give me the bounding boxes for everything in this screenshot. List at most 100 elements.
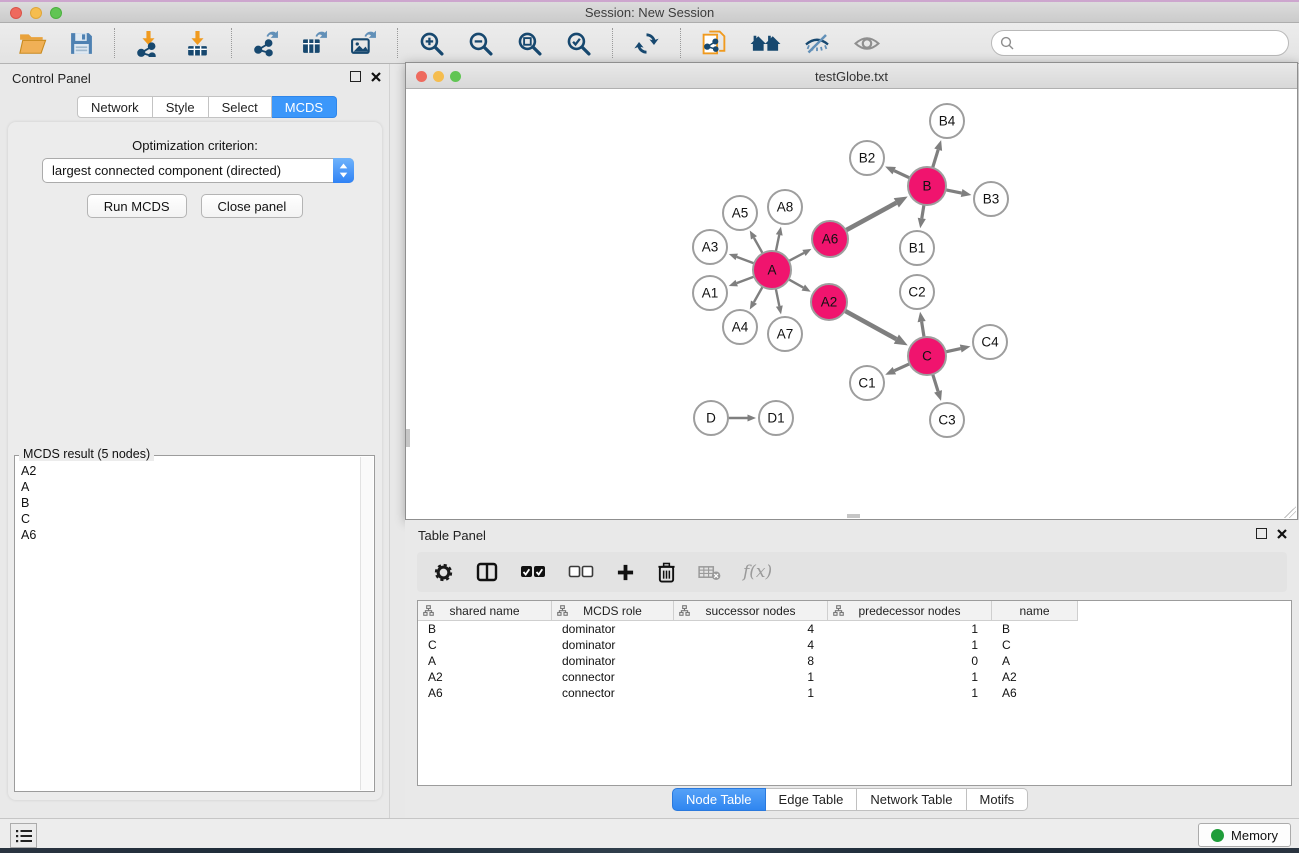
tab-network-table[interactable]: Network Table (857, 788, 966, 811)
open-session-button[interactable] (13, 29, 53, 57)
mcds-result-list[interactable]: A2ABCA6 (16, 457, 360, 790)
tab-select[interactable]: Select (209, 96, 272, 118)
edge-A6-B[interactable] (844, 203, 896, 232)
deselect-all-rows-button[interactable] (568, 565, 594, 579)
memory-button[interactable]: Memory (1198, 823, 1291, 847)
export-image-button[interactable] (344, 28, 383, 59)
zoom-out-button[interactable] (461, 28, 500, 59)
zoom-fit-button[interactable] (510, 28, 549, 59)
tab-network[interactable]: Network (77, 96, 153, 118)
zoom-selected-button[interactable] (559, 28, 598, 59)
edge-A-A1[interactable] (737, 276, 756, 283)
delete-column-button[interactable] (657, 562, 676, 583)
column-header-label: shared name (449, 604, 519, 618)
network-window-titlebar[interactable]: testGlobe.txt (406, 63, 1297, 89)
graph-node-label: D (706, 411, 716, 426)
table-row[interactable]: Cdominator41C (418, 637, 1291, 653)
tab-style[interactable]: Style (153, 96, 209, 118)
edge-C-C3[interactable] (932, 372, 938, 391)
save-session-button[interactable] (63, 29, 100, 58)
toolbar-separator (612, 28, 613, 58)
arrowhead-icon (960, 345, 971, 353)
result-list-item[interactable]: C (21, 511, 355, 527)
delete-table-button[interactable] (698, 564, 721, 581)
export-table-button[interactable] (295, 28, 334, 59)
table-panel: Table Panel (405, 520, 1299, 818)
export-table-icon (301, 30, 328, 57)
export-network-button[interactable] (246, 28, 285, 59)
arrowhead-icon (885, 367, 896, 375)
import-table-button[interactable] (178, 28, 217, 59)
column-header-predecessor-nodes[interactable]: predecessor nodes (828, 601, 992, 621)
edge-A-A3[interactable] (737, 257, 756, 264)
zoom-in-button[interactable] (412, 28, 451, 59)
criterion-dropdown[interactable]: largest connected component (directed) (42, 158, 354, 183)
result-scrollbar[interactable] (360, 457, 373, 790)
close-panel-icon[interactable] (371, 72, 381, 82)
tab-motifs[interactable]: Motifs (967, 788, 1029, 811)
column-header-shared-name[interactable]: shared name (418, 601, 552, 621)
canvas-hscroll-thumb[interactable] (847, 514, 860, 518)
add-column-button[interactable] (616, 563, 635, 582)
result-list-item[interactable]: A6 (21, 527, 355, 543)
column-header-mcds-role[interactable]: MCDS role (552, 601, 674, 621)
refresh-layout-button[interactable] (627, 28, 666, 59)
checked-boxes-icon (520, 565, 546, 579)
canvas-vscroll-thumb[interactable] (406, 429, 410, 447)
graph-node-label: A (767, 263, 776, 278)
unchecked-boxes-icon (568, 565, 594, 579)
table-row[interactable]: A6connector11A6 (418, 685, 1291, 701)
import-network-icon (135, 30, 162, 57)
result-list-item[interactable]: B (21, 495, 355, 511)
column-header-successor-nodes[interactable]: successor nodes (674, 601, 828, 621)
zoom-window-button[interactable] (50, 7, 62, 19)
network-canvas[interactable]: AA1A2A3A4A5A6A7A8BB1B2B3B4CC1C2C3C4DD1 (406, 89, 1297, 519)
tab-node-table[interactable]: Node Table (672, 788, 766, 811)
graph-node-label: C4 (981, 335, 999, 350)
column-header-name[interactable]: name (992, 601, 1078, 621)
run-mcds-button[interactable]: Run MCDS (87, 194, 187, 218)
edge-B-B4[interactable] (932, 150, 938, 170)
zoom-selected-icon (565, 30, 592, 57)
tab-edge-table[interactable]: Edge Table (766, 788, 858, 811)
home-view-button[interactable] (744, 29, 787, 58)
show-hidden-button[interactable] (847, 29, 887, 58)
select-all-rows-button[interactable] (520, 565, 546, 579)
graph-node-label: B3 (983, 192, 1000, 207)
task-history-button[interactable] (10, 823, 37, 848)
delete-table-icon (698, 564, 721, 581)
search-box[interactable] (991, 30, 1289, 56)
clone-network-button[interactable] (695, 28, 734, 59)
window-resize-grip[interactable] (1284, 506, 1296, 518)
edge-A2-C[interactable] (843, 310, 896, 339)
table-toolbar: f(x) (417, 552, 1287, 592)
table-row[interactable]: A2connector11A2 (418, 669, 1291, 685)
close-window-button[interactable] (10, 7, 22, 19)
import-network-button[interactable] (129, 28, 168, 59)
table-row[interactable]: Adominator80A (418, 653, 1291, 669)
plus-icon (616, 563, 635, 582)
table-row[interactable]: Bdominator41B (418, 621, 1291, 637)
node-table[interactable]: shared name MCDS rolesuccessor nodes prede… (417, 600, 1292, 786)
column-visibility-button[interactable] (476, 561, 498, 583)
column-header-label: predecessor nodes (858, 604, 960, 618)
zoom-out-icon (467, 30, 494, 57)
search-input[interactable] (1014, 36, 1288, 51)
result-list-item[interactable]: A (21, 479, 355, 495)
graph-node-label: B1 (909, 241, 926, 256)
column-type-icon (557, 605, 568, 619)
graph-node-label: D1 (767, 411, 784, 426)
table-float-icon[interactable] (1256, 528, 1267, 539)
graph-node-label: C2 (908, 285, 925, 300)
close-panel-button[interactable]: Close panel (201, 194, 304, 218)
app-titlebar[interactable]: Session: New Session (0, 2, 1299, 23)
result-list-item[interactable]: A2 (21, 463, 355, 479)
minimize-window-button[interactable] (30, 7, 42, 19)
tab-mcds[interactable]: MCDS (272, 96, 337, 118)
table-close-icon[interactable] (1277, 529, 1287, 539)
floppy-icon (69, 31, 94, 56)
refresh-icon (633, 30, 660, 57)
table-settings-button[interactable] (433, 562, 454, 583)
float-panel-icon[interactable] (350, 71, 361, 82)
hide-selected-button[interactable] (797, 29, 837, 58)
